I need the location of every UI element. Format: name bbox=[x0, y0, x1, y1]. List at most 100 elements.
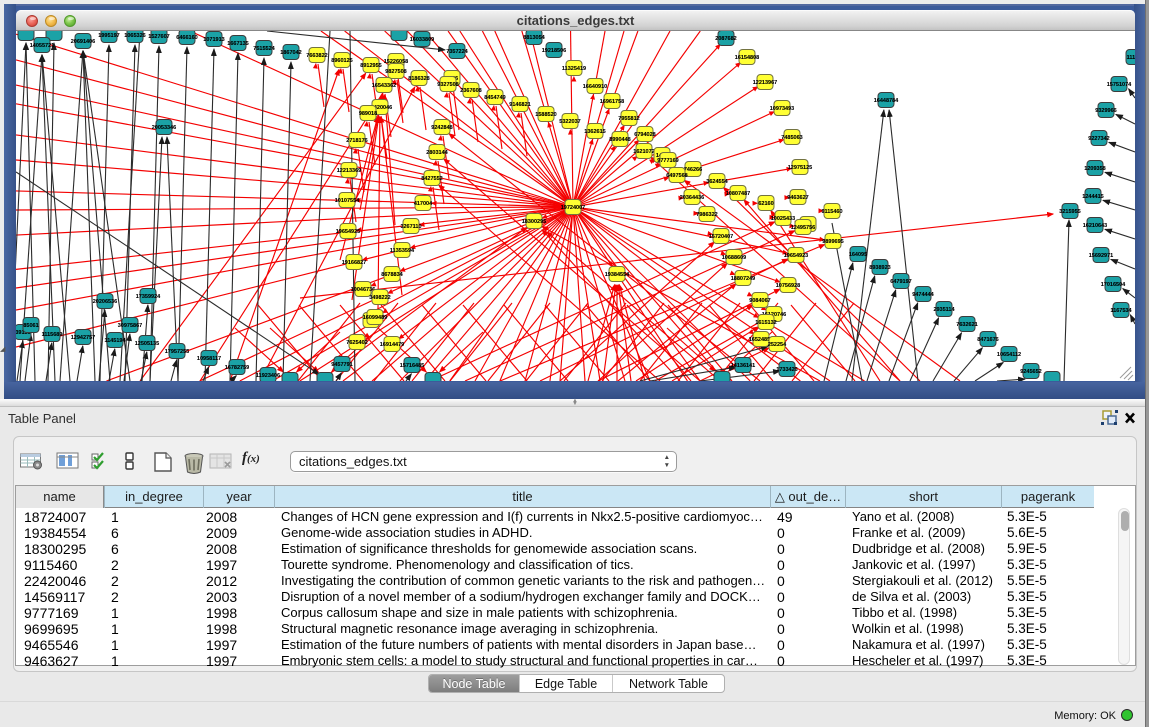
svg-text:16914479: 16914479 bbox=[380, 342, 404, 348]
svg-text:10973493: 10973493 bbox=[770, 106, 794, 112]
svg-text:11172: 11172 bbox=[1127, 55, 1135, 61]
svg-text:15716485: 15716485 bbox=[400, 363, 424, 369]
svg-text:16033809: 16033809 bbox=[410, 37, 434, 43]
svg-text:18300295: 18300295 bbox=[522, 219, 546, 225]
svg-text:1995197: 1995197 bbox=[98, 33, 119, 39]
svg-text:7357224: 7357224 bbox=[446, 49, 468, 55]
svg-text:8990448: 8990448 bbox=[609, 137, 630, 143]
svg-text:1362615: 1362615 bbox=[584, 129, 605, 135]
svg-text:17957255: 17957255 bbox=[165, 349, 189, 355]
svg-text:10107554: 10107554 bbox=[335, 198, 360, 204]
svg-text:12505135: 12505135 bbox=[135, 341, 159, 347]
svg-text:2367608: 2367608 bbox=[460, 88, 481, 94]
svg-text:12213967: 12213967 bbox=[753, 80, 777, 86]
svg-text:9457791: 9457791 bbox=[331, 362, 352, 368]
svg-text:9474444: 9474444 bbox=[912, 292, 934, 298]
svg-text:6497568: 6497568 bbox=[666, 173, 687, 179]
svg-text:85061: 85061 bbox=[23, 323, 38, 329]
svg-text:16448784: 16448784 bbox=[874, 98, 899, 104]
svg-text:1527607: 1527607 bbox=[148, 34, 169, 40]
svg-text:16210643: 16210643 bbox=[1083, 223, 1107, 229]
svg-text:164095: 164095 bbox=[849, 252, 867, 258]
svg-text:1244415: 1244415 bbox=[1082, 194, 1103, 200]
svg-text:8186328: 8186328 bbox=[408, 76, 429, 82]
svg-text:20691406: 20691406 bbox=[71, 39, 95, 45]
svg-text:19724007: 19724007 bbox=[561, 205, 585, 211]
svg-text:9146821: 9146821 bbox=[509, 102, 530, 108]
svg-text:7625402: 7625402 bbox=[346, 340, 367, 346]
svg-text:1733426: 1733426 bbox=[776, 367, 797, 373]
svg-text:8678834: 8678834 bbox=[381, 272, 403, 278]
svg-text:14136141: 14136141 bbox=[731, 363, 755, 369]
svg-text:417004: 417004 bbox=[414, 201, 433, 207]
svg-text:9084067: 9084067 bbox=[749, 298, 770, 304]
svg-text:1209358: 1209358 bbox=[1084, 166, 1105, 172]
svg-text:1071913: 1071913 bbox=[203, 37, 224, 43]
svg-text:7515524: 7515524 bbox=[253, 46, 275, 52]
svg-text:11353594: 11353594 bbox=[390, 248, 415, 254]
svg-text:2718176: 2718176 bbox=[346, 138, 367, 144]
svg-text:7955812: 7955812 bbox=[618, 116, 639, 122]
svg-text:1145194: 1145194 bbox=[104, 338, 126, 344]
svg-text:1588520: 1588520 bbox=[535, 112, 556, 118]
svg-text:19654923: 19654923 bbox=[784, 253, 808, 259]
svg-text:3215955: 3215955 bbox=[1059, 209, 1080, 215]
svg-text:8427552: 8427552 bbox=[421, 176, 442, 182]
svg-text:1621072: 1621072 bbox=[633, 149, 654, 155]
svg-text:3624554: 3624554 bbox=[706, 179, 728, 185]
svg-text:9827508: 9827508 bbox=[385, 69, 406, 75]
svg-text:1667135: 1667135 bbox=[227, 41, 248, 47]
svg-text:11325419: 11325419 bbox=[562, 66, 586, 72]
svg-text:62160: 62160 bbox=[758, 201, 773, 207]
svg-text:9115460: 9115460 bbox=[821, 209, 842, 215]
svg-text:12213369: 12213369 bbox=[337, 168, 361, 174]
svg-text:8454749: 8454749 bbox=[484, 95, 505, 101]
svg-text:5322037: 5322037 bbox=[559, 119, 580, 125]
svg-text:19654925: 19654925 bbox=[336, 229, 360, 235]
svg-text:11923406: 11923406 bbox=[256, 373, 280, 379]
svg-text:8471676: 8471676 bbox=[977, 337, 998, 343]
svg-text:1867042: 1867042 bbox=[280, 50, 301, 56]
svg-text:7485063: 7485063 bbox=[781, 135, 802, 141]
svg-text:10958117: 10958117 bbox=[197, 356, 221, 362]
svg-text:16099489: 16099489 bbox=[363, 315, 387, 321]
svg-text:17359924: 17359924 bbox=[136, 294, 161, 300]
svg-text:9245652: 9245652 bbox=[1020, 369, 1041, 375]
svg-text:7986322: 7986322 bbox=[696, 212, 717, 218]
svg-text:20206536: 20206536 bbox=[93, 299, 117, 305]
svg-text:12942757: 12942757 bbox=[71, 335, 95, 341]
svg-text:19166827: 19166827 bbox=[342, 260, 366, 266]
svg-text:10756928: 10756928 bbox=[776, 283, 800, 289]
svg-text:10688609: 10688609 bbox=[722, 255, 746, 261]
svg-text:9329966: 9329966 bbox=[1095, 108, 1116, 114]
svg-text:16640910: 16640910 bbox=[583, 84, 607, 90]
svg-text:16961758: 16961758 bbox=[600, 99, 624, 105]
svg-text:16782759: 16782759 bbox=[225, 365, 249, 371]
svg-text:9242848: 9242848 bbox=[431, 125, 452, 131]
svg-text:19384554: 19384554 bbox=[605, 272, 630, 278]
svg-text:14055721: 14055721 bbox=[30, 43, 54, 49]
svg-text:20364436: 20364436 bbox=[680, 195, 704, 201]
svg-text:9227342: 9227342 bbox=[1088, 136, 1109, 142]
svg-text:30975867: 30975867 bbox=[118, 323, 142, 329]
svg-text:8938923: 8938923 bbox=[869, 265, 890, 271]
svg-text:8813054: 8813054 bbox=[523, 35, 545, 41]
svg-text:1167534: 1167534 bbox=[1110, 308, 1132, 314]
svg-text:15692971: 15692971 bbox=[1089, 253, 1113, 259]
svg-text:10025433: 10025433 bbox=[771, 216, 795, 222]
svg-text:15720407: 15720407 bbox=[709, 234, 733, 240]
svg-text:1115689: 1115689 bbox=[42, 332, 63, 338]
svg-text:17016504: 17016504 bbox=[1101, 282, 1126, 288]
svg-text:8960125: 8960125 bbox=[331, 58, 352, 64]
svg-text:19218506: 19218506 bbox=[542, 48, 566, 54]
svg-text:9899695: 9899695 bbox=[822, 239, 843, 245]
svg-text:6479197: 6479197 bbox=[890, 279, 911, 285]
svg-text:20053346: 20053346 bbox=[152, 125, 176, 131]
svg-text:2803144: 2803144 bbox=[426, 150, 448, 156]
svg-text:9777169: 9777169 bbox=[657, 158, 678, 164]
svg-text:2087682: 2087682 bbox=[715, 36, 736, 42]
svg-text:12975125: 12975125 bbox=[788, 165, 812, 171]
svg-text:1615132: 1615132 bbox=[755, 320, 776, 326]
svg-text:9463627: 9463627 bbox=[787, 195, 808, 201]
svg-text:8912955: 8912955 bbox=[360, 63, 381, 69]
